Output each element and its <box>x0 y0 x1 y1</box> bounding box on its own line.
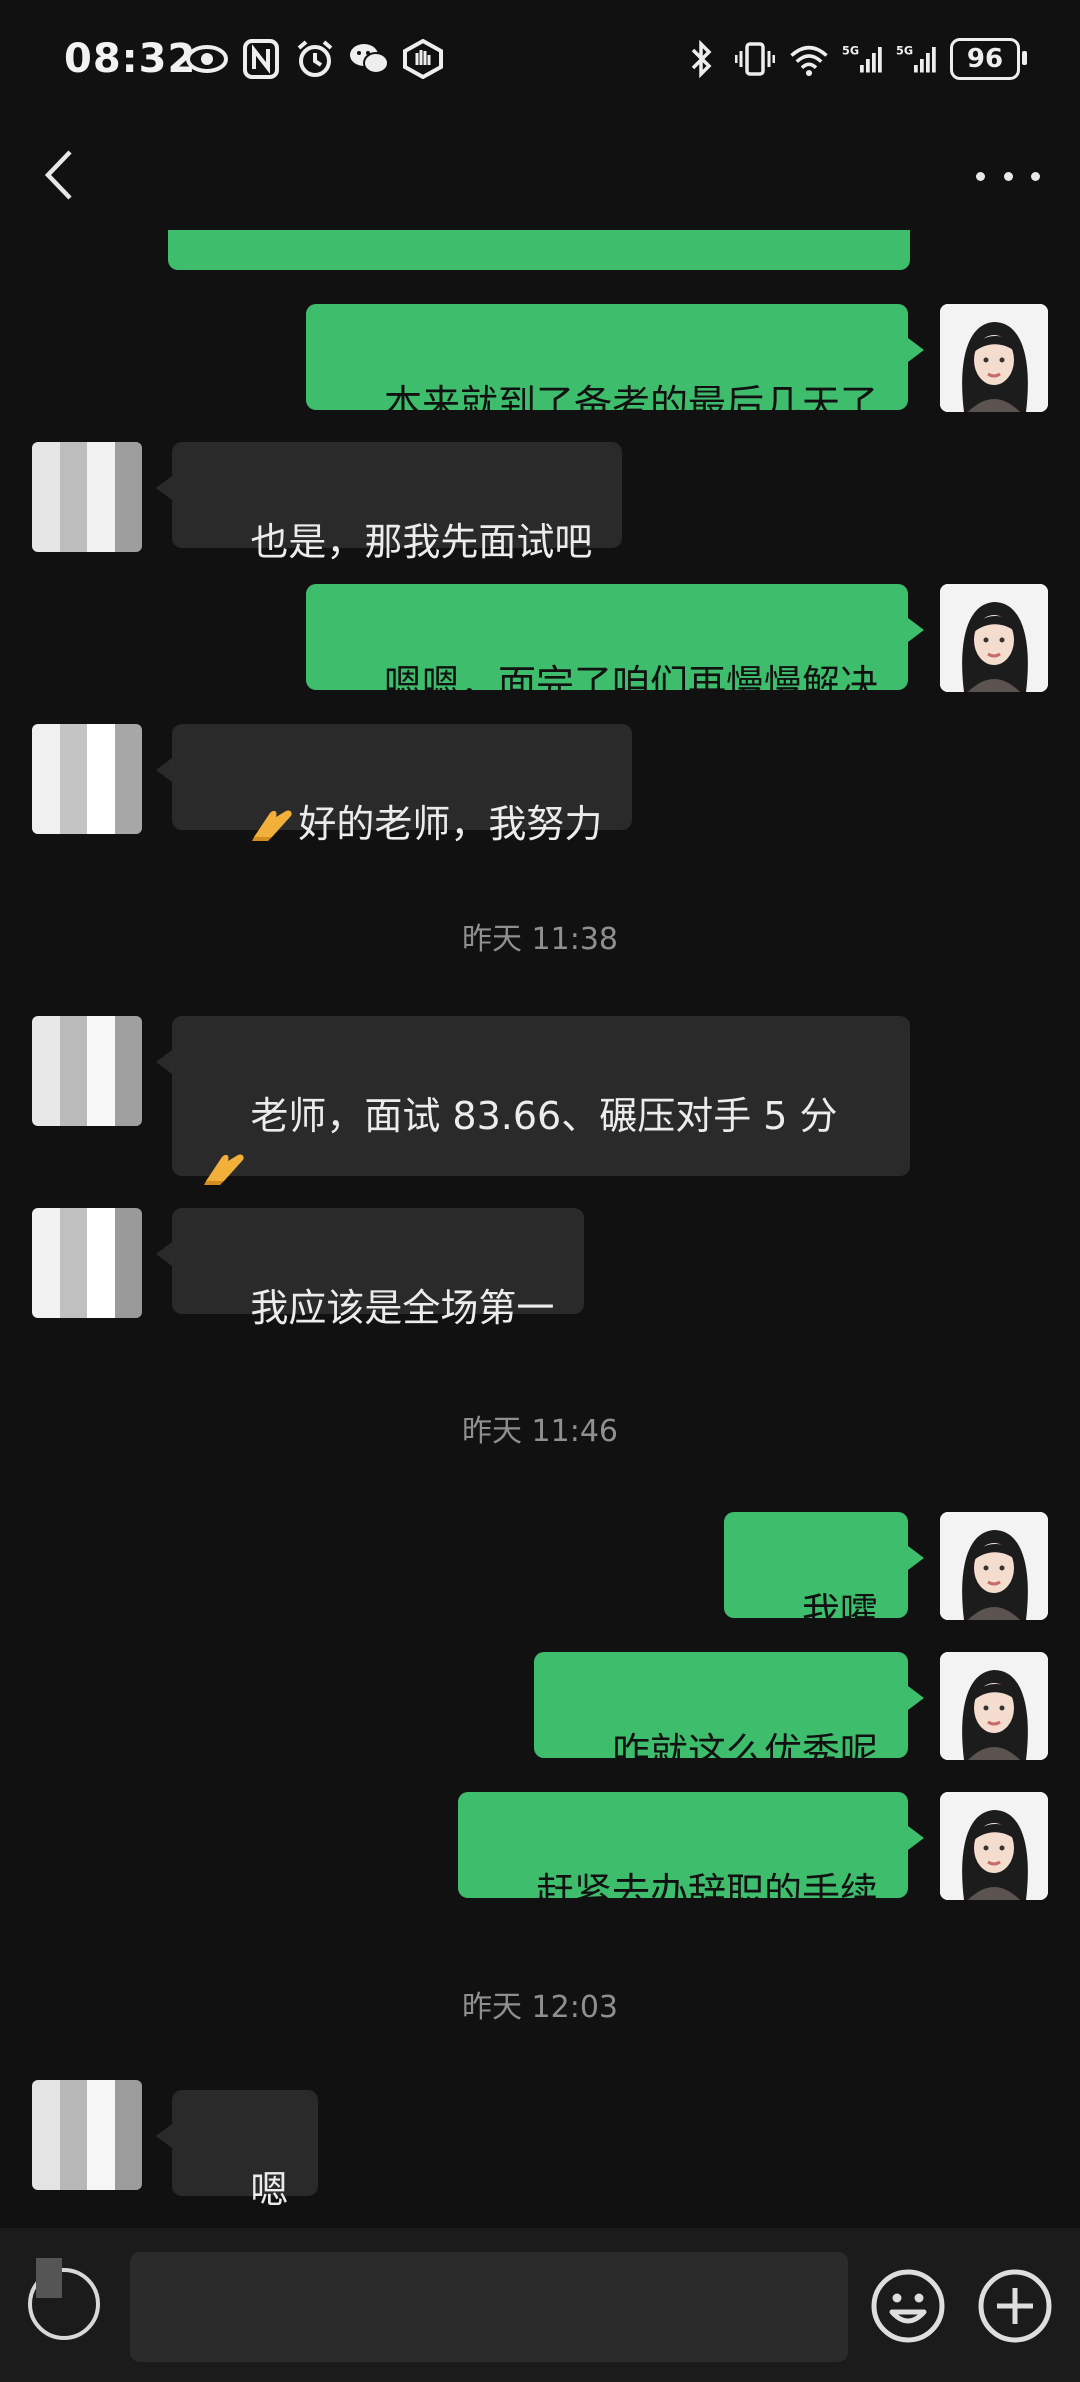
message-bubble-out[interactable]: 赶紧去办辞职的手续 <box>457 1792 925 1914</box>
message-text: 我应该是全场第一 <box>250 1286 555 1330</box>
hand-icon <box>402 38 444 80</box>
raised-hands-icon <box>204 1154 244 1185</box>
avatar-contact[interactable] <box>32 724 142 834</box>
avatar-me[interactable] <box>940 304 1048 412</box>
message-input[interactable] <box>130 2252 848 2362</box>
chat-title-blurred <box>318 146 730 198</box>
woman-portrait-avatar <box>940 1652 1048 1760</box>
message-bubble-in[interactable]: 我应该是全场第一 <box>155 1208 585 1330</box>
avatar-me[interactable] <box>940 1652 1048 1760</box>
nfc-icon <box>240 38 282 80</box>
alarm-icon <box>294 38 336 80</box>
plus-circle-icon <box>978 2269 1052 2343</box>
svg-text:5G: 5G <box>842 45 859 58</box>
raised-hands-icon <box>252 810 292 841</box>
status-bar: 08:32 5G 5G 96 <box>0 0 1080 120</box>
message-bubble-in[interactable]: 好的老师，我努力 <box>155 724 633 846</box>
avatar-contact[interactable] <box>32 1016 142 1126</box>
signal-5g-icon: 5G <box>842 38 884 80</box>
smiley-icon <box>871 2269 945 2343</box>
message-bubble-out[interactable]: 咋就这么优秀呢 <box>533 1652 925 1774</box>
woman-portrait-avatar <box>940 584 1048 692</box>
message-text: 我嚯 <box>801 1590 878 1634</box>
plus-button[interactable] <box>977 2268 1053 2344</box>
status-left-icons <box>186 38 444 80</box>
message-text: 本来就到了备考的最后几天了 <box>383 382 878 426</box>
avatar-contact[interactable] <box>32 1208 142 1318</box>
status-right-icons: 5G 5G 96 <box>680 38 1027 80</box>
message-text: 老师，面试 83.66、碾压对手 5 分 <box>250 1094 838 1138</box>
emoji-button[interactable] <box>870 2268 946 2344</box>
input-bar <box>0 2228 1080 2382</box>
woman-portrait-avatar <box>940 304 1048 412</box>
timestamp: 昨天 11:46 <box>462 1414 618 1449</box>
message-text: 嗯 <box>250 2168 289 2212</box>
message-text: 也是，那我先面试吧 <box>250 520 593 564</box>
message-list[interactable]: 本来就到了备考的最后几天了 也是，那我先面试吧 嗯嗯，面完了咱们再慢慢解决 好的… <box>0 230 1080 2228</box>
status-time: 08:32 <box>64 36 197 82</box>
timestamp: 昨天 12:03 <box>462 1990 618 2025</box>
more-options-button[interactable] <box>976 156 1040 196</box>
vibrate-icon <box>734 38 776 80</box>
message-bubble-out[interactable]: 嗯嗯，面完了咱们再慢慢解决 <box>305 584 925 706</box>
signal-5g-icon: 5G <box>896 38 938 80</box>
chat-header <box>0 120 1080 230</box>
bluetooth-icon <box>680 38 722 80</box>
message-text: 好的老师，我努力 <box>298 802 603 846</box>
avatar-me[interactable] <box>940 1512 1048 1620</box>
voice-icon[interactable] <box>28 2258 100 2340</box>
woman-portrait-avatar <box>940 1512 1048 1620</box>
timestamp: 昨天 11:38 <box>462 922 618 957</box>
battery-indicator: 96 <box>950 38 1027 80</box>
message-bubble-in[interactable]: 嗯 <box>155 2090 319 2212</box>
message-text: 赶紧去办辞职的手续 <box>535 1870 878 1914</box>
message-bubble-in[interactable]: 也是，那我先面试吧 <box>155 442 623 564</box>
message-bubble-out[interactable] <box>168 230 910 270</box>
message-bubble-in[interactable]: 老师，面试 83.66、碾压对手 5 分 <box>156 1016 910 1185</box>
woman-portrait-avatar <box>940 1792 1048 1900</box>
avatar-me[interactable] <box>940 1792 1048 1900</box>
svg-text:5G: 5G <box>896 45 913 58</box>
back-button[interactable] <box>36 146 86 204</box>
message-bubble-out[interactable]: 我嚯 <box>723 1512 925 1634</box>
wechat-icon <box>348 38 390 80</box>
avatar-contact[interactable] <box>32 442 142 552</box>
wifi-icon <box>788 38 830 80</box>
avatar-contact[interactable] <box>32 2080 142 2190</box>
avatar-me[interactable] <box>940 584 1048 692</box>
more-dots-icon <box>976 171 985 181</box>
eye-icon <box>186 38 228 80</box>
chevron-left-icon <box>44 150 72 200</box>
message-text: 嗯嗯，面完了咱们再慢慢解决 <box>383 662 878 706</box>
message-bubble-out[interactable]: 本来就到了备考的最后几天了 <box>305 304 925 426</box>
message-text: 咋就这么优秀呢 <box>611 1730 878 1774</box>
